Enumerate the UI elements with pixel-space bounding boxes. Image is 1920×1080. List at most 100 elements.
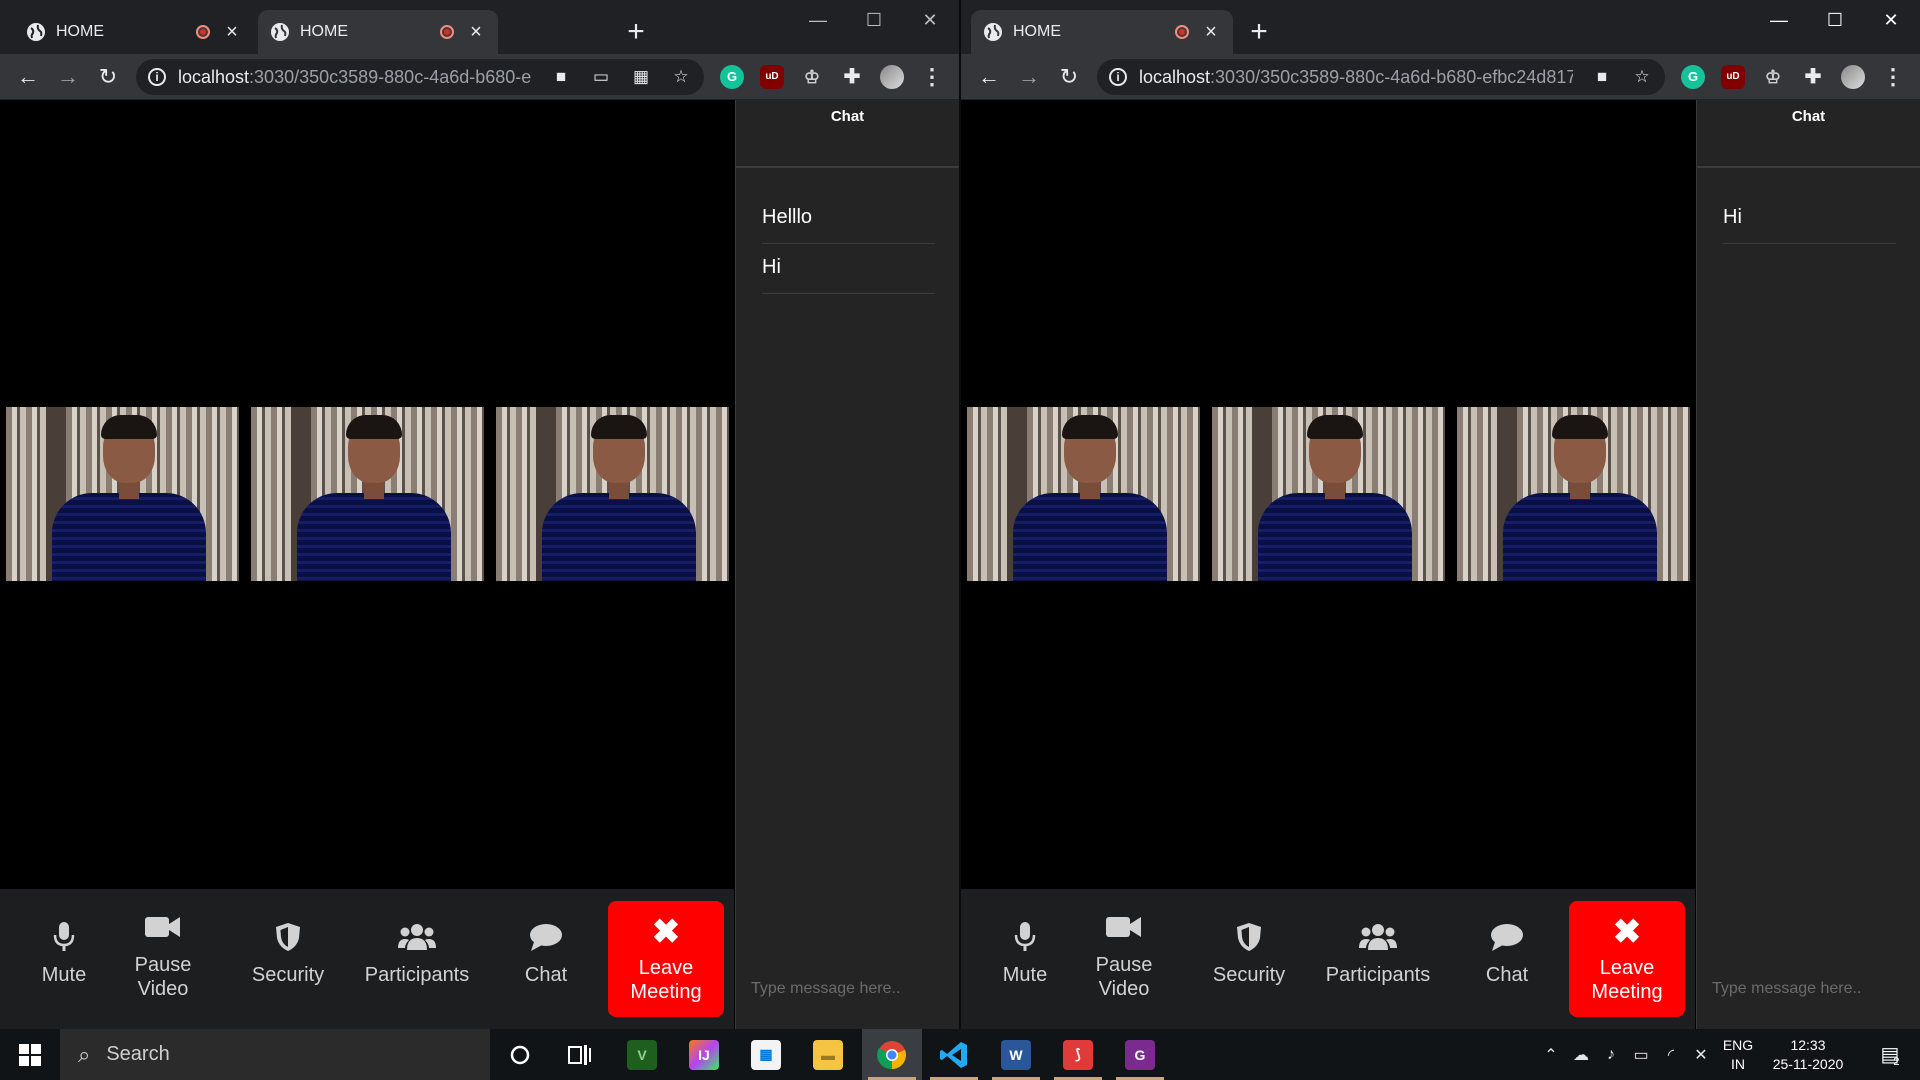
browser-window-left: HOME × HOME × + — ☐ ✕ ← → ↻ i localhost:… [0,0,959,1029]
chat-header: Chat [1697,100,1920,168]
mute-label: Mute [41,964,87,986]
meeting-main: Mute Pause Video Security Participants C… [961,100,1695,1029]
page-content: Mute Pause Video Security Participants C… [961,100,1920,1029]
cortana-button[interactable] [490,1029,550,1080]
tab-home-1[interactable]: HOME × [14,10,254,54]
mute-button[interactable]: Mute [997,917,1053,987]
maximize-icon[interactable]: ☐ [846,6,902,34]
reload-icon[interactable]: ↻ [1055,63,1083,91]
word-icon: W [1001,1039,1031,1070]
minimize-icon[interactable]: — [1751,6,1807,34]
close-tab-icon[interactable]: × [222,22,242,42]
chat-message: Hi [762,244,935,294]
close-tab-icon[interactable]: × [466,22,486,42]
close-window-icon[interactable]: ✕ [902,6,958,34]
action-center-button[interactable]: ▤ 2 [1866,1029,1914,1080]
minimize-icon[interactable]: — [790,6,846,34]
taskbar-app-jetbrains[interactable]: IJ [674,1029,734,1080]
users-icon [1359,924,1397,950]
security-button[interactable]: Security [248,917,328,987]
video-tile [967,407,1200,581]
chevron-up-icon[interactable]: ⌃ [1536,1045,1566,1065]
grammarly-icon[interactable]: G [720,65,744,89]
participants-button[interactable]: Participants [360,917,474,987]
chat-label: Chat [1485,964,1529,986]
address-bar[interactable]: i localhost:3030/350c3589-880c-4a6d-b680… [1097,59,1665,95]
site-info-icon[interactable]: i [1109,68,1127,86]
camera-icon[interactable]: ■ [1591,67,1613,87]
ublock-icon[interactable]: uD [760,65,784,89]
chat-header: Chat [736,100,959,168]
taskbar-app-word[interactable]: W [986,1029,1046,1080]
taskbar-app-vscode[interactable] [924,1029,984,1080]
back-arrow-icon[interactable]: ← [975,63,1003,91]
leave-meeting-button[interactable]: ✖ Leave Meeting [608,901,724,1017]
video-camera-icon [145,917,180,937]
grammarly-icon[interactable]: G [1681,65,1705,89]
clock[interactable]: 12:33 25-11-2020 [1760,1036,1856,1074]
puzzle-icon[interactable]: ✚ [840,65,864,89]
users-icon [398,924,436,950]
new-tab-button[interactable]: + [621,17,651,48]
video-tile [496,407,729,581]
cast-icon[interactable]: ▭ [590,67,612,87]
taskbar-app-explorer[interactable]: ▬ [798,1029,858,1080]
microphone-icon[interactable]: ♪ [1596,1046,1626,1064]
forward-arrow-icon[interactable]: → [1015,63,1043,91]
pause-video-button[interactable]: Pause Video [1089,907,1159,1001]
speaker-muted-icon[interactable]: ✕ [1686,1045,1716,1065]
taskbar-app-store[interactable]: ▦ [736,1029,796,1080]
leave-meeting-button[interactable]: ✖ Leave Meeting [1569,901,1685,1017]
back-arrow-icon[interactable]: ← [14,63,42,91]
cloud-icon[interactable]: ☁ [1566,1045,1596,1065]
mute-button[interactable]: Mute [36,917,92,987]
tab-home[interactable]: HOME × [971,10,1233,54]
taskbar-app-pdf[interactable]: G [1110,1029,1170,1080]
profile-avatar[interactable] [1841,65,1865,89]
taskbar-app-vim[interactable]: V [612,1029,672,1080]
wifi-icon[interactable]: ◜ [1656,1045,1686,1065]
taskbar-app-acrobat[interactable]: ⟆ [1048,1029,1108,1080]
lang-region: IN [1731,1055,1745,1072]
puzzle-icon[interactable]: ✚ [1801,65,1825,89]
qr-icon[interactable]: ▦ [630,67,652,87]
battery-icon[interactable]: ▭ [1626,1045,1656,1065]
vim-icon: V [627,1039,657,1070]
star-icon[interactable]: ☆ [670,67,692,87]
chat-message-input[interactable] [1697,949,1920,1029]
forward-arrow-icon[interactable]: → [54,63,82,91]
pause-video-button[interactable]: Pause Video [128,907,198,1001]
ublock-icon[interactable]: uD [1721,65,1745,89]
security-button[interactable]: Security [1209,917,1289,987]
site-info-icon[interactable]: i [148,68,166,86]
taskbar-search[interactable]: ⌕ Search [60,1029,490,1080]
security-label: Security [1212,964,1286,986]
participants-button[interactable]: Participants [1321,917,1435,987]
leave-label-2: Meeting [1591,981,1663,1003]
extension-icon[interactable]: ♔ [800,65,824,89]
chat-message-input[interactable] [736,949,959,1029]
close-window-icon[interactable]: ✕ [1863,6,1919,34]
chat-panel: Chat Helllo Hi [735,100,959,1029]
chat-button[interactable]: Chat [516,917,576,987]
language-indicator[interactable]: ENG IN [1716,1036,1760,1074]
start-button[interactable] [0,1029,60,1080]
address-bar[interactable]: i localhost:3030/350c3589-880c-4a6d-b680… [136,59,704,95]
video-grid [967,407,1690,581]
star-icon[interactable]: ☆ [1631,67,1653,87]
task-view-button[interactable] [550,1029,610,1080]
close-tab-icon[interactable]: × [1201,22,1221,42]
video-grid [6,407,729,581]
tab-home-2[interactable]: HOME × [258,10,498,54]
kebab-menu-icon[interactable]: ⋮ [1881,65,1905,89]
profile-avatar[interactable] [880,65,904,89]
task-view-icon [568,1044,591,1065]
new-tab-button[interactable]: + [1244,17,1274,48]
camera-icon[interactable]: ■ [550,67,572,87]
chat-button[interactable]: Chat [1477,917,1537,987]
maximize-icon[interactable]: ☐ [1807,6,1863,34]
kebab-menu-icon[interactable]: ⋮ [920,65,944,89]
taskbar-app-chrome[interactable] [862,1029,922,1080]
extension-icon[interactable]: ♔ [1761,65,1785,89]
reload-icon[interactable]: ↻ [94,63,122,91]
